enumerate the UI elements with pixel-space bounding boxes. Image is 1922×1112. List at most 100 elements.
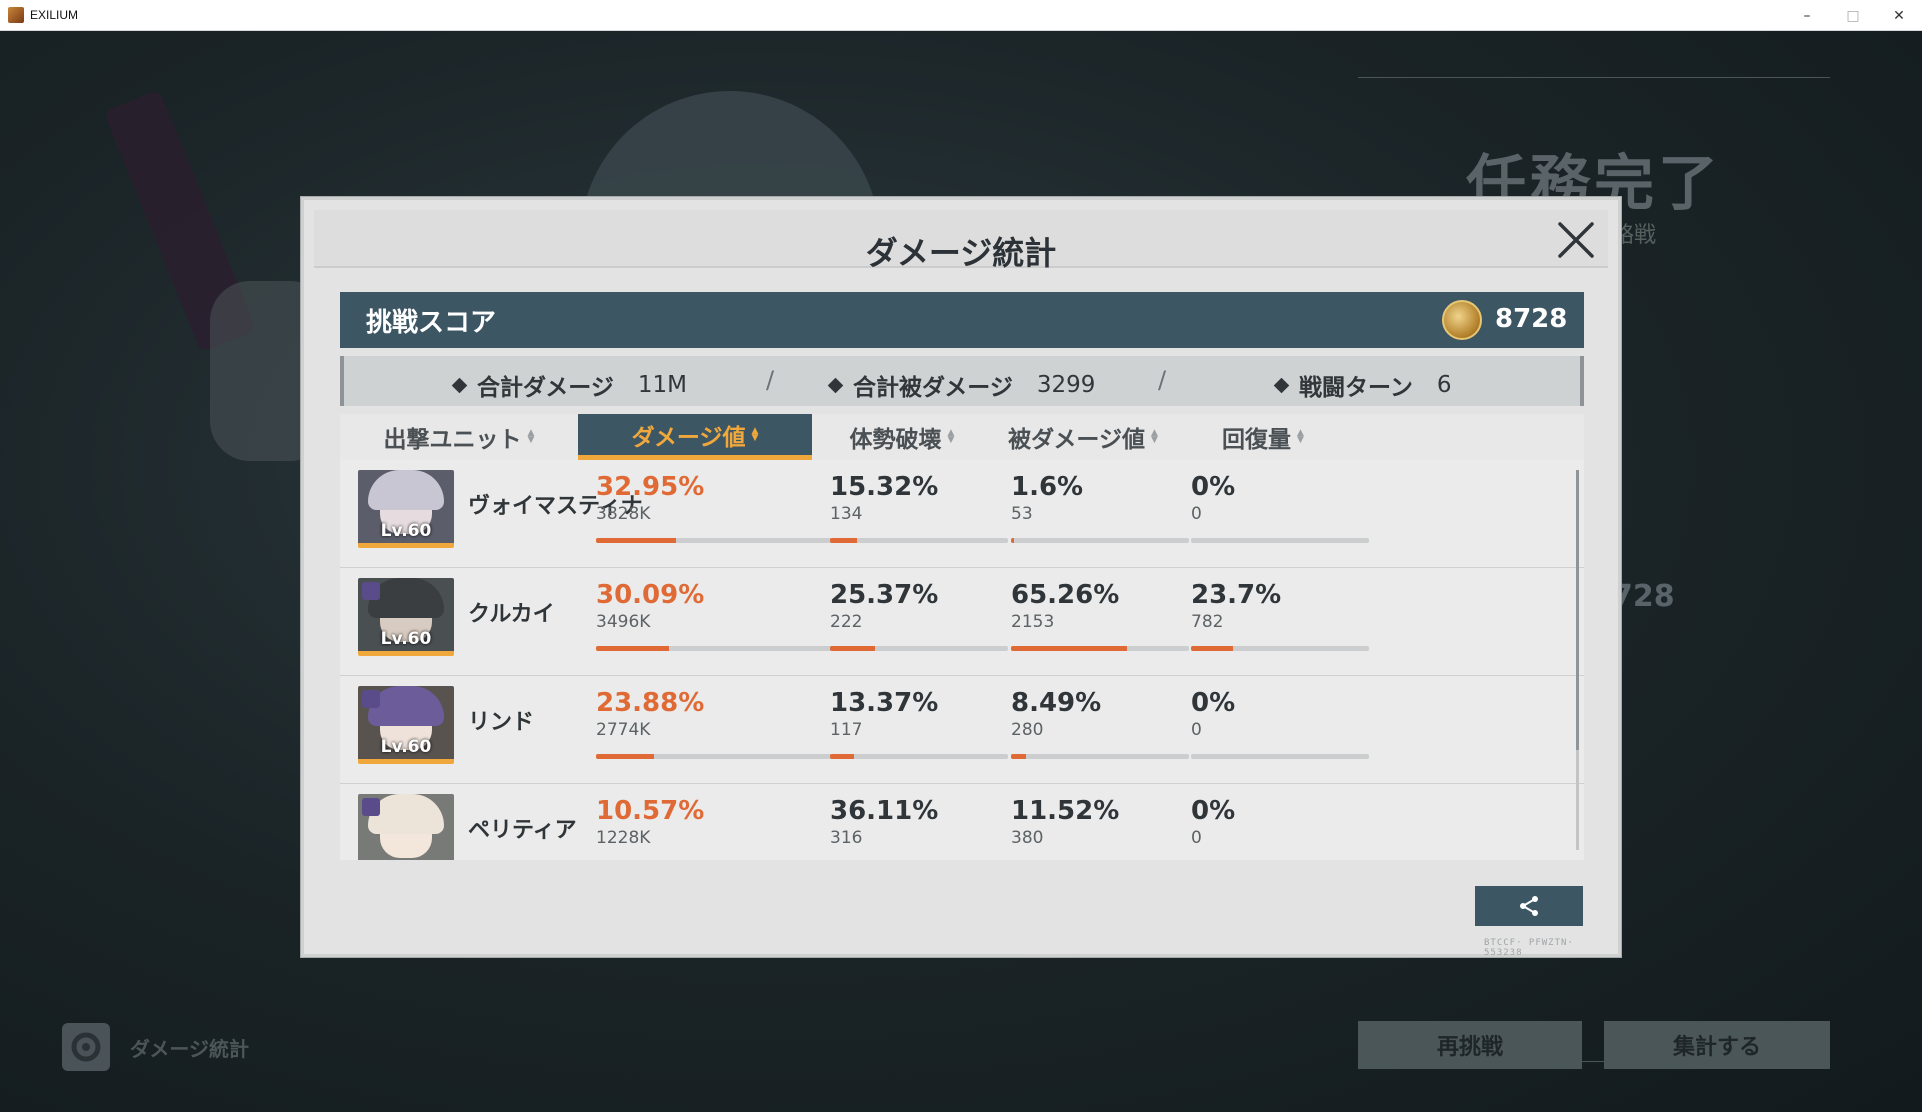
sort-icon: ▲ ▼	[751, 425, 759, 443]
column-header-taken[interactable]: 被ダメージ値 ▲ ▼	[992, 414, 1174, 460]
stat-bar-fill	[596, 754, 655, 759]
stat-cell-damage: 32.95% 3828K	[596, 472, 840, 543]
window-titlebar: EXILIUM – □ ✕	[0, 0, 1922, 31]
close-modal-button[interactable]	[1554, 218, 1598, 262]
stat-percent: 36.11%	[830, 796, 939, 826]
stat-value: 0	[1191, 720, 1202, 740]
column-header-heal[interactable]: 回復量 ▲ ▼	[1174, 414, 1352, 460]
summary-separator: /	[766, 366, 775, 394]
column-header-unit[interactable]: 出撃ユニット ▲ ▼	[340, 414, 578, 460]
summary-taken-damage: 合計被ダメージ 3299	[827, 368, 1096, 402]
stat-percent: 15.32%	[830, 472, 939, 502]
stat-percent: 1.6%	[1011, 472, 1084, 502]
stat-bar	[1011, 646, 1189, 651]
avatar-hair	[368, 470, 444, 510]
stat-bar	[830, 538, 1008, 543]
stat-percent: 0%	[1191, 796, 1236, 826]
column-header-damage[interactable]: ダメージ値 ▲ ▼	[578, 414, 812, 460]
stat-bar-fill	[596, 538, 677, 543]
modal-header: ダメージ統計	[314, 210, 1608, 272]
stat-cell-heal: 0% 0	[1191, 688, 1371, 759]
stat-bar-fill	[1011, 754, 1027, 759]
stat-bar-fill	[830, 754, 854, 759]
window-title: EXILIUM	[30, 8, 79, 22]
stat-value: 380	[1011, 828, 1044, 848]
retry-button[interactable]: 再挑戦	[1358, 1021, 1582, 1069]
battle-summary: 合計ダメージ 11M / 合計被ダメージ 3299 / 戦闘ターン 6	[340, 356, 1584, 406]
stat-bar	[1011, 754, 1189, 759]
table-scrollbar[interactable]	[1576, 470, 1579, 850]
close-window-button[interactable]: ✕	[1876, 0, 1922, 31]
stat-cell-break: 15.32% 134	[830, 472, 1010, 543]
stat-bar-fill	[1011, 646, 1128, 651]
stat-percent: 30.09%	[596, 580, 705, 610]
unit-avatar: Lv.60	[358, 470, 454, 548]
stat-cell-damage: 10.57% 1228K	[596, 796, 776, 848]
unit-level: Lv.60	[380, 737, 432, 757]
table-scrollbar-thumb[interactable]	[1576, 470, 1579, 750]
sort-icon: ▲ ▼	[1297, 428, 1304, 445]
stat-cell-break: 25.37% 222	[830, 580, 1010, 651]
stat-cell-damage: 30.09% 3496K	[596, 580, 840, 651]
stat-bar	[830, 754, 1008, 759]
modal-title: ダメージ統計	[865, 234, 1057, 272]
unit-level: Lv.60	[380, 629, 432, 649]
summary-turns-value: 6	[1436, 372, 1452, 398]
unit-badge-icon	[362, 582, 380, 600]
score-medal-icon	[1442, 300, 1482, 340]
stat-value: 0	[1191, 504, 1202, 524]
column-header-label: ダメージ値	[631, 424, 746, 451]
stat-value: 2153	[1011, 612, 1055, 632]
sort-icon: ▲ ▼	[527, 428, 535, 445]
app-icon	[8, 7, 24, 23]
column-header-break[interactable]: 体勢破壊 ▲ ▼	[812, 414, 992, 460]
minimize-button[interactable]: –	[1784, 0, 1830, 31]
summary-taken-damage-value: 3299	[1036, 372, 1096, 398]
stat-bar-fill	[596, 646, 670, 651]
stat-cell-taken: 1.6% 53	[1011, 472, 1191, 543]
unit-badge-icon	[362, 690, 380, 708]
stat-value: 782	[1191, 612, 1224, 632]
unit-avatar: Lv.60	[358, 578, 454, 656]
stat-percent: 0%	[1191, 472, 1236, 502]
stat-bar	[830, 646, 1008, 651]
stat-value: 1228K	[596, 828, 651, 848]
stat-bar-fill	[1011, 538, 1014, 543]
stat-value: 280	[1011, 720, 1044, 740]
share-icon	[1520, 896, 1538, 916]
stats-table-body[interactable]: Lv.60 ヴォイマスティナ 32.95% 3828K 15.32% 134 1.6% 53 0…	[340, 460, 1584, 860]
summary-turns-label: 戦闘ターン	[1299, 375, 1413, 401]
stat-value: 117	[830, 720, 863, 740]
stat-cell-taken: 11.52% 380	[1011, 796, 1191, 848]
table-row: ペリティア 10.57% 1228K 36.11% 316 11.52% 380 0% 0	[340, 784, 1584, 860]
stat-value: 3828K	[596, 504, 651, 524]
summary-taken-damage-label: 合計被ダメージ	[853, 375, 1013, 401]
background-divider	[1358, 77, 1830, 78]
sort-icon: ▲ ▼	[1150, 428, 1158, 445]
damage-stats-icon	[62, 1023, 110, 1071]
share-button[interactable]	[1475, 886, 1583, 926]
stat-bar	[596, 538, 840, 543]
stat-percent: 25.37%	[830, 580, 939, 610]
summary-total-damage: 合計ダメージ 11M	[451, 368, 687, 402]
unit-level: Lv.60	[380, 521, 432, 541]
footer-tag: BTCCF· PFWZTN· 553238	[1484, 938, 1574, 958]
challenge-score-bar: 挑戦スコア 8728	[340, 292, 1584, 348]
damage-stats-shortcut[interactable]: ダメージ統計	[62, 1023, 249, 1071]
close-icon	[1558, 222, 1594, 258]
maximize-button[interactable]: □	[1830, 0, 1876, 31]
stat-bar-fill	[1191, 646, 1234, 651]
tally-button[interactable]: 集計する	[1604, 1021, 1830, 1069]
diamond-icon	[451, 377, 468, 393]
stat-percent: 8.49%	[1011, 688, 1102, 718]
summary-turns: 戦闘ターン 6	[1273, 368, 1452, 402]
unit-avatar: Lv.60	[358, 686, 454, 764]
stat-cell-break: 13.37% 117	[830, 688, 1010, 759]
stat-percent: 32.95%	[596, 472, 705, 502]
stat-bar	[596, 754, 840, 759]
stat-percent: 0%	[1191, 688, 1236, 718]
stat-value: 316	[830, 828, 863, 848]
stat-bar	[596, 646, 840, 651]
summary-total-damage-value: 11M	[637, 372, 687, 398]
stat-value: 2774K	[596, 720, 651, 740]
